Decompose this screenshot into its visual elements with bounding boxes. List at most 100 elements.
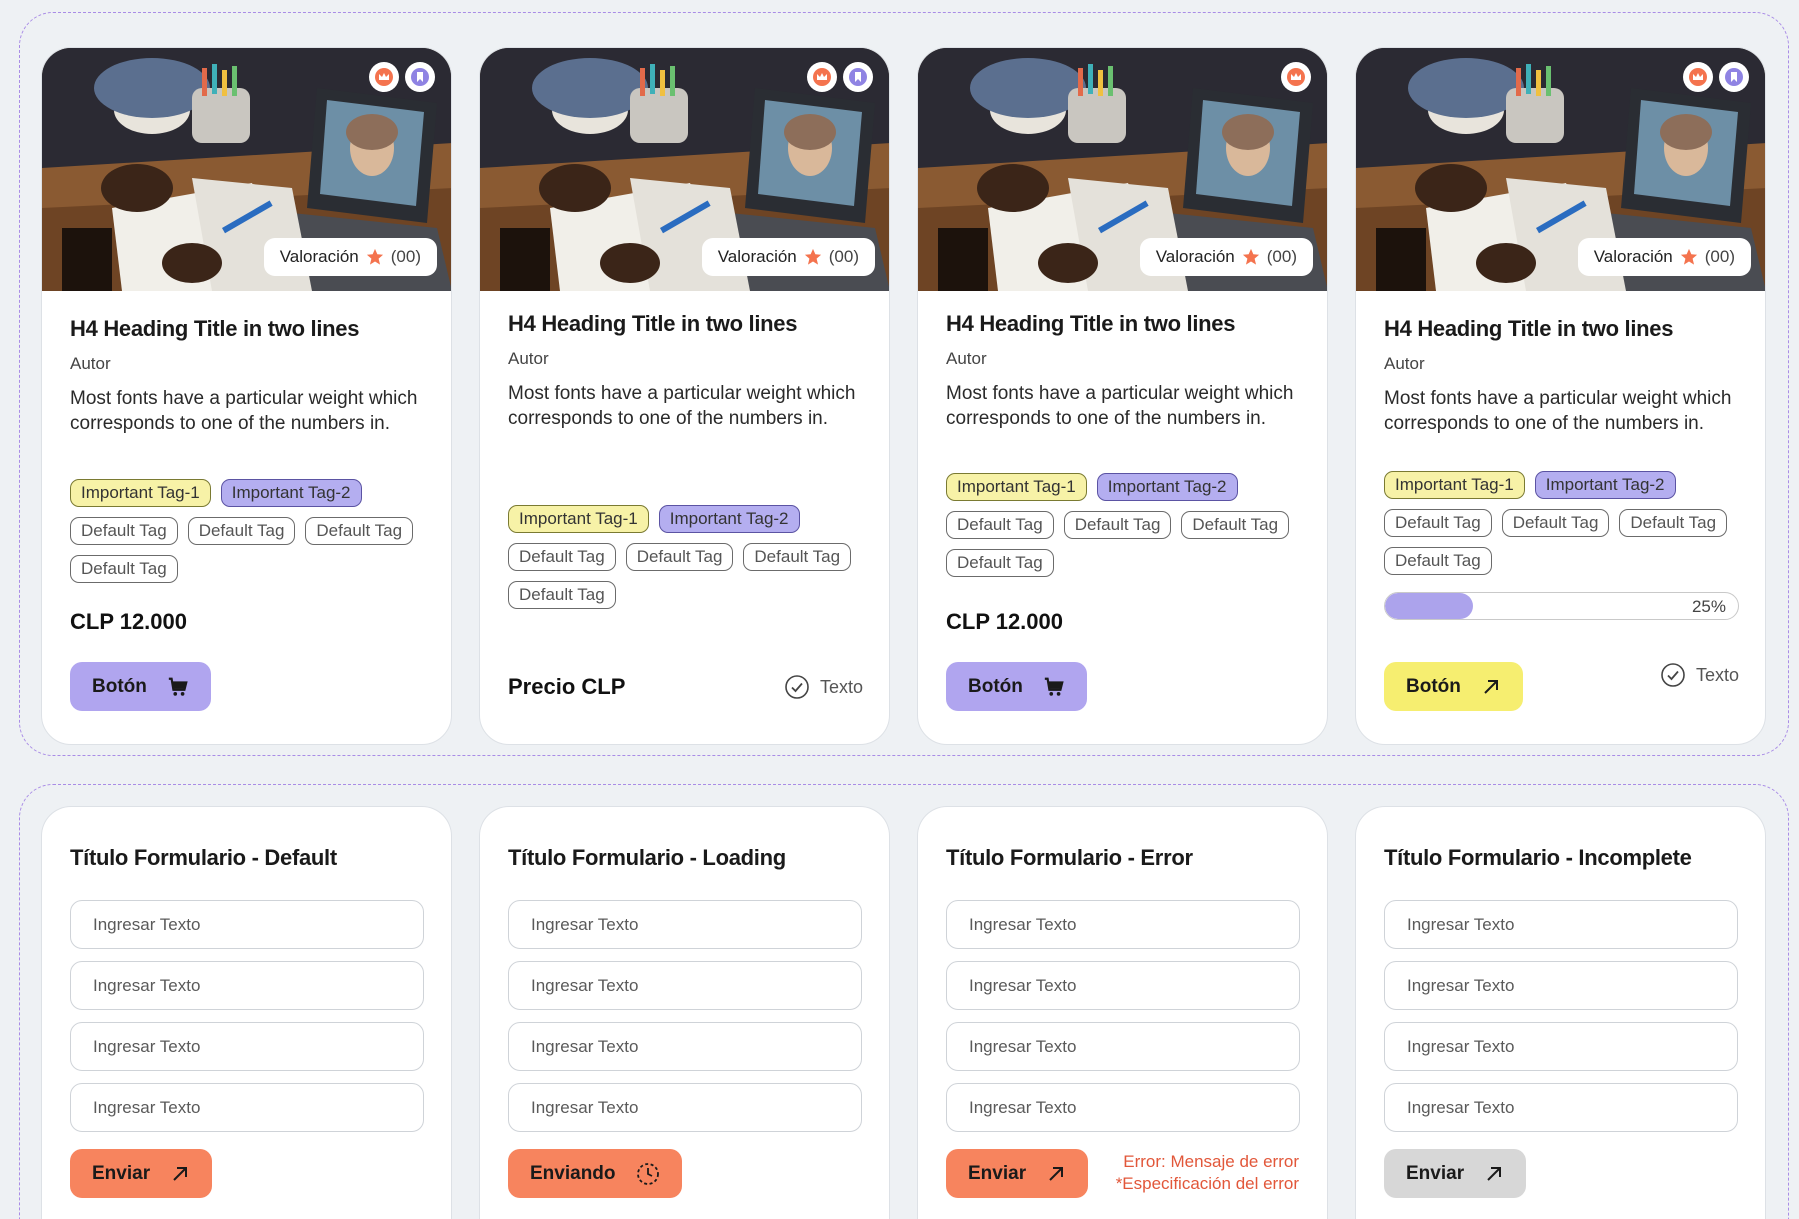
arrow-up-right-icon <box>1049 1166 1064 1181</box>
card-title: H4 Heading Title in two lines <box>70 316 360 341</box>
text-input[interactable] <box>70 961 424 1010</box>
check-label: Texto <box>1695 664 1739 685</box>
rating-count: (00) <box>1704 247 1735 266</box>
text-input[interactable] <box>70 1083 424 1132</box>
default-tag[interactable]: Default Tag <box>508 543 616 571</box>
card-author: Autor <box>946 349 987 368</box>
course-card[interactable]: Valoración (00) H4 Heading Title in two … <box>41 47 452 745</box>
error-detail: *Especificación del error <box>1115 1174 1299 1193</box>
text-input[interactable] <box>508 1022 862 1071</box>
rating-pill: Valoración (00) <box>263 238 437 276</box>
text-input[interactable] <box>70 900 424 949</box>
star-icon <box>1242 248 1259 265</box>
default-tag[interactable]: Default Tag <box>743 543 852 571</box>
action-button[interactable]: Botón <box>1384 662 1523 711</box>
rating-label: Valoración <box>1155 247 1235 266</box>
default-tag[interactable]: Default Tag <box>1619 509 1728 537</box>
text-input[interactable] <box>1384 1022 1738 1071</box>
course-card[interactable]: Valoración (00) H4 Heading Title in two … <box>1355 47 1766 745</box>
card-author: Autor <box>1384 354 1425 373</box>
default-tag[interactable]: Default Tag <box>187 517 296 545</box>
submit-button-disabled[interactable]: Enviar <box>1384 1149 1527 1198</box>
clock-loading-icon <box>636 1162 659 1185</box>
important-tag[interactable]: Important Tag-2 <box>658 505 800 533</box>
text-input[interactable] <box>1384 1083 1738 1132</box>
important-tag[interactable]: Important Tag-1 <box>1384 471 1525 499</box>
default-tag[interactable]: Default Tag <box>1501 509 1610 537</box>
default-tag[interactable]: Default Tag <box>625 543 734 571</box>
submit-button[interactable]: Enviar <box>946 1149 1089 1198</box>
form-card-error: Título Formulario - Error Enviar Error: … <box>917 806 1328 1219</box>
crown-icon[interactable] <box>1683 62 1713 92</box>
important-tag[interactable]: Important Tag-2 <box>1096 473 1238 501</box>
default-tag[interactable]: Default Tag <box>70 555 178 583</box>
card-price: Precio CLP <box>508 674 626 699</box>
button-label: Enviar <box>968 1162 1027 1184</box>
default-tag[interactable]: Default Tag <box>305 517 414 545</box>
error-message: Error: Mensaje de error *Especificación … <box>1116 1151 1299 1195</box>
form-title: Título Formulario - Default <box>70 845 337 870</box>
tag-list: Important Tag-1 Important Tag-2 Default … <box>508 505 863 609</box>
rating-pill: Valoración (00) <box>701 238 875 276</box>
button-label: Enviar <box>92 1162 151 1184</box>
bookmark-icon[interactable] <box>843 62 873 92</box>
course-card[interactable]: Valoración (00) H4 Heading Title in two … <box>917 47 1328 745</box>
course-card[interactable]: Valoración (00) H4 Heading Title in two … <box>479 47 890 745</box>
text-input[interactable] <box>946 900 1300 949</box>
crown-icon[interactable] <box>807 62 837 92</box>
card-price: CLP 12.000 <box>70 609 188 634</box>
tag-list: Important Tag-1 Important Tag-2 Default … <box>946 473 1301 577</box>
default-tag[interactable]: Default Tag <box>1063 511 1172 539</box>
important-tag[interactable]: Important Tag-2 <box>1534 471 1676 499</box>
crown-icon[interactable] <box>369 62 399 92</box>
cart-button[interactable]: Botón <box>946 662 1087 711</box>
text-input[interactable] <box>1384 961 1738 1010</box>
progress-label: 25% <box>1691 597 1726 616</box>
crown-icon[interactable] <box>1281 62 1311 92</box>
card-description: Most fonts have a particular weight whic… <box>946 383 1294 429</box>
text-input[interactable] <box>508 1083 862 1132</box>
default-tag[interactable]: Default Tag <box>1181 511 1290 539</box>
rating-count: (00) <box>390 247 421 266</box>
important-tag[interactable]: Important Tag-2 <box>220 479 362 507</box>
card-price: CLP 12.000 <box>946 609 1064 634</box>
text-input[interactable] <box>946 961 1300 1010</box>
important-tag[interactable]: Important Tag-1 <box>508 505 649 533</box>
bookmark-icon[interactable] <box>1719 62 1749 92</box>
default-tag[interactable]: Default Tag <box>946 511 1054 539</box>
button-label: Botón <box>92 675 147 697</box>
default-tag[interactable]: Default Tag <box>1384 547 1492 575</box>
card-description: Most fonts have a particular weight whic… <box>1384 388 1732 434</box>
important-tag[interactable]: Important Tag-1 <box>70 479 211 507</box>
check-text: Texto <box>784 674 863 700</box>
important-tag[interactable]: Important Tag-1 <box>946 473 1087 501</box>
text-input[interactable] <box>1384 900 1738 949</box>
form-title: Título Formulario - Loading <box>508 845 786 870</box>
submit-button[interactable]: Enviar <box>70 1149 213 1198</box>
text-input[interactable] <box>946 1022 1300 1071</box>
form-card-loading: Título Formulario - Loading Enviando <box>479 806 890 1219</box>
default-tag[interactable]: Default Tag <box>946 549 1054 577</box>
card-title: H4 Heading Title in two lines <box>946 311 1236 336</box>
cart-button[interactable]: Botón <box>70 662 211 711</box>
rating-label: Valoración <box>1593 247 1673 266</box>
check-text: Texto <box>1660 662 1739 688</box>
cart-icon <box>168 677 188 696</box>
default-tag[interactable]: Default Tag <box>1384 509 1492 537</box>
default-tag[interactable]: Default Tag <box>70 517 178 545</box>
form-card-default: Título Formulario - Default Enviar <box>41 806 452 1219</box>
bookmark-icon[interactable] <box>405 62 435 92</box>
button-label: Enviando <box>530 1162 616 1184</box>
form-title: Título Formulario - Error <box>946 845 1193 870</box>
progress-fill <box>1385 593 1474 619</box>
text-input[interactable] <box>946 1083 1300 1132</box>
arrow-up-right-icon <box>173 1166 188 1181</box>
tag-list: Important Tag-1 Important Tag-2 Default … <box>1384 471 1739 575</box>
card-author: Autor <box>508 349 549 368</box>
default-tag[interactable]: Default Tag <box>508 581 616 609</box>
text-input[interactable] <box>508 900 862 949</box>
cards-group: Valoración (00) H4 Heading Title in two … <box>19 12 1789 756</box>
text-input[interactable] <box>70 1022 424 1071</box>
submit-button-loading[interactable]: Enviando <box>508 1149 682 1198</box>
text-input[interactable] <box>508 961 862 1010</box>
